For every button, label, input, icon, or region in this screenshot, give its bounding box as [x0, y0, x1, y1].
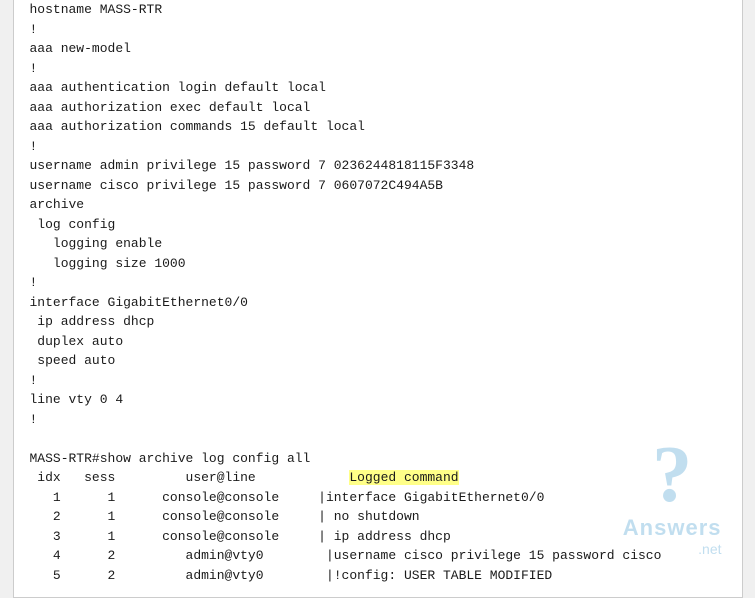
- terminal-content: MASS-RTR#show running-config ! hostname …: [30, 0, 726, 585]
- terminal-window: MASS-RTR#show running-config ! hostname …: [13, 0, 743, 598]
